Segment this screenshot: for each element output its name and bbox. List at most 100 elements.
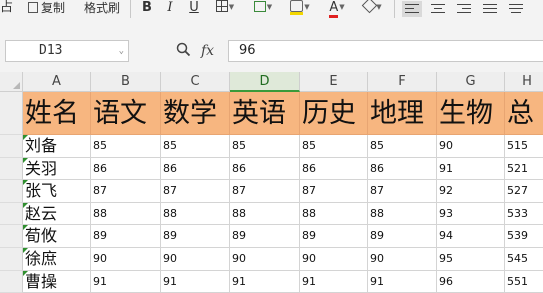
- column-header-b[interactable]: B: [91, 72, 161, 92]
- value-cell[interactable]: 95: [437, 248, 505, 271]
- value-cell[interactable]: 91: [368, 270, 437, 293]
- row-header[interactable]: [0, 248, 23, 271]
- value-cell[interactable]: 86: [161, 157, 230, 181]
- value-cell[interactable]: 88: [368, 202, 437, 226]
- column-header-a[interactable]: A: [23, 72, 91, 92]
- header-cell[interactable]: 生物: [437, 92, 505, 135]
- value-cell[interactable]: 87: [368, 180, 437, 203]
- value-cell[interactable]: 92: [437, 180, 505, 203]
- value-cell[interactable]: 85: [161, 135, 230, 158]
- value-cell[interactable]: 87: [91, 180, 161, 203]
- value-cell[interactable]: 551: [505, 271, 543, 293]
- align-center-button[interactable]: [428, 1, 448, 17]
- value-cell[interactable]: 96: [437, 270, 505, 293]
- italic-button[interactable]: I: [164, 0, 176, 18]
- font-color-button[interactable]: A▼: [325, 0, 349, 18]
- distributed-align-button[interactable]: [506, 1, 526, 17]
- value-cell[interactable]: 89: [368, 225, 437, 248]
- value-cell[interactable]: 545: [505, 248, 543, 271]
- format-painter-button[interactable]: 格式刷: [84, 0, 120, 20]
- value-cell[interactable]: 85: [368, 135, 437, 158]
- name-cell[interactable]: 张飞: [23, 180, 91, 203]
- value-cell[interactable]: 88: [300, 202, 368, 226]
- row-header[interactable]: [0, 202, 23, 226]
- header-cell[interactable]: 数学: [161, 92, 230, 135]
- value-cell[interactable]: 91: [91, 270, 161, 293]
- row-header[interactable]: [0, 270, 23, 293]
- value-cell[interactable]: 91: [161, 270, 230, 293]
- value-cell[interactable]: 87: [161, 180, 230, 203]
- paste-button[interactable]: 占: [0, 0, 13, 20]
- value-cell[interactable]: 89: [230, 225, 300, 248]
- value-cell[interactable]: 521: [505, 158, 543, 181]
- zoom-search-icon[interactable]: [176, 40, 191, 62]
- header-cell[interactable]: 英语: [230, 92, 300, 135]
- value-cell[interactable]: 539: [505, 225, 543, 248]
- name-cell[interactable]: 荀攸: [23, 225, 91, 248]
- row-header[interactable]: [0, 180, 23, 203]
- column-header-f[interactable]: F: [368, 72, 437, 92]
- header-cell[interactable]: 语文: [91, 92, 161, 135]
- column-header-g[interactable]: G: [437, 72, 505, 92]
- column-header-h[interactable]: H: [505, 72, 543, 92]
- name-cell[interactable]: 刘备: [23, 135, 91, 158]
- value-cell[interactable]: 85: [91, 135, 161, 158]
- value-cell[interactable]: 89: [91, 225, 161, 248]
- name-cell[interactable]: 曹操: [23, 270, 91, 293]
- fx-icon[interactable]: fx: [201, 40, 214, 62]
- value-cell[interactable]: 90: [161, 248, 230, 271]
- header-cell[interactable]: 历史: [300, 92, 368, 135]
- bold-button[interactable]: B: [140, 0, 154, 18]
- name-cell[interactable]: 徐庶: [23, 248, 91, 271]
- value-cell[interactable]: 88: [91, 202, 161, 226]
- value-cell[interactable]: 90: [300, 248, 368, 271]
- conditional-format-button[interactable]: ▼: [251, 0, 275, 18]
- row-header[interactable]: [0, 225, 23, 248]
- value-cell[interactable]: 89: [300, 225, 368, 248]
- value-cell[interactable]: 94: [437, 225, 505, 248]
- row-header[interactable]: [0, 135, 23, 158]
- row-header[interactable]: [0, 157, 23, 181]
- value-cell[interactable]: 90: [91, 248, 161, 271]
- value-cell[interactable]: 87: [300, 180, 368, 203]
- column-header-e[interactable]: E: [300, 72, 368, 92]
- value-cell[interactable]: 91: [437, 157, 505, 181]
- value-cell[interactable]: 90: [230, 248, 300, 271]
- column-header-c[interactable]: C: [161, 72, 230, 92]
- value-cell[interactable]: 86: [300, 157, 368, 181]
- value-cell[interactable]: 90: [437, 135, 505, 158]
- select-all-corner[interactable]: [0, 72, 23, 92]
- column-header-d[interactable]: D: [230, 72, 300, 92]
- value-cell[interactable]: 527: [505, 180, 543, 203]
- clear-button[interactable]: ▼: [360, 0, 386, 18]
- chevron-down-icon[interactable]: ⌄: [119, 41, 124, 61]
- underline-button[interactable]: U: [188, 0, 200, 18]
- value-cell[interactable]: 533: [505, 203, 543, 226]
- header-cell[interactable]: 总: [505, 92, 543, 135]
- align-left-button[interactable]: [402, 1, 422, 17]
- value-cell[interactable]: 86: [368, 157, 437, 181]
- value-cell[interactable]: 90: [368, 248, 437, 271]
- justify-button[interactable]: [480, 1, 500, 17]
- value-cell[interactable]: 88: [161, 202, 230, 226]
- row-header[interactable]: [0, 92, 23, 135]
- name-box[interactable]: D13 ⌄: [5, 40, 129, 62]
- value-cell[interactable]: 85: [300, 135, 368, 158]
- value-cell[interactable]: 86: [230, 157, 300, 181]
- value-cell[interactable]: 515: [505, 135, 543, 158]
- fill-color-button[interactable]: ▼: [287, 0, 313, 18]
- value-cell[interactable]: 86: [91, 157, 161, 181]
- align-right-button[interactable]: [454, 1, 474, 17]
- copy-button[interactable]: 复制: [28, 0, 65, 20]
- border-button[interactable]: ▼: [213, 0, 237, 18]
- value-cell[interactable]: 93: [437, 202, 505, 226]
- value-cell[interactable]: 89: [161, 225, 230, 248]
- value-cell[interactable]: 91: [230, 270, 300, 293]
- value-cell[interactable]: 91: [300, 270, 368, 293]
- value-cell[interactable]: 87: [230, 180, 300, 203]
- value-cell[interactable]: 88: [230, 202, 300, 226]
- header-cell[interactable]: 地理: [368, 92, 437, 135]
- name-cell[interactable]: 赵云: [23, 202, 91, 226]
- name-cell[interactable]: 关羽: [23, 157, 91, 181]
- formula-input[interactable]: 96: [228, 40, 543, 62]
